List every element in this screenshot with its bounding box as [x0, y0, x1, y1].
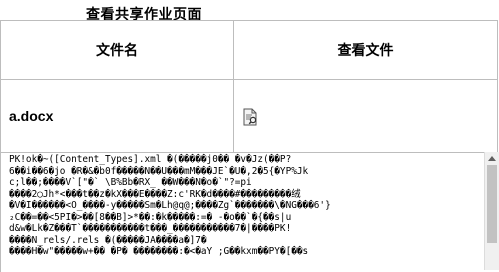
raw-content-line: �V�I������<O_����-y�����Sm�Lh@q@;����Zg`… [9, 200, 331, 211]
filename-cell: a.docx [0, 79, 234, 153]
raw-content-line: d&w�Lk�Z���T`�����������t���_�����������… [9, 223, 292, 234]
raw-content-line: ����H�w"�����w+�� �P� ��������:�<�aY ;G�… [9, 246, 309, 257]
raw-content-line: 6��i��6�jo �R�&�b0f�����N��U���mM���JE`�… [9, 165, 309, 177]
view-file-cell [233, 79, 498, 153]
vertical-scrollbar[interactable] [484, 152, 499, 270]
raw-content-line: ����N_rels/.rels �(�����JA����a�]7� [9, 234, 207, 246]
raw-file-content[interactable]: PK!ok�~([Content_Types].xml �(�����j0�� … [0, 152, 491, 272]
raw-content-line: ₂C��=��<5PI�>��[8��B]>*��:�k�����:=� -�o… [9, 211, 292, 223]
column-header-view-file: 查看文件 [233, 20, 498, 80]
scroll-up-arrow-icon[interactable] [488, 156, 496, 161]
column-header-filename: 文件名 [0, 20, 234, 80]
document-view-icon[interactable] [242, 108, 258, 126]
raw-content-line: c;l��;����V`["�` \B%Bb�RX_ ��W���N�o�`"?… [9, 177, 252, 188]
scroll-thumb[interactable] [487, 165, 497, 243]
table-row: a.docx [0, 79, 498, 153]
raw-content-line: PK!ok�~([Content_Types].xml �(�����j0�� … [9, 154, 292, 165]
raw-content-line: ����2◯Jh*<���t��z�kX���E����Z:c'RK�d����… [9, 188, 301, 200]
shared-files-table: 文件名 查看文件 a.docx [0, 20, 498, 153]
table-header-row: 文件名 查看文件 [0, 20, 498, 80]
